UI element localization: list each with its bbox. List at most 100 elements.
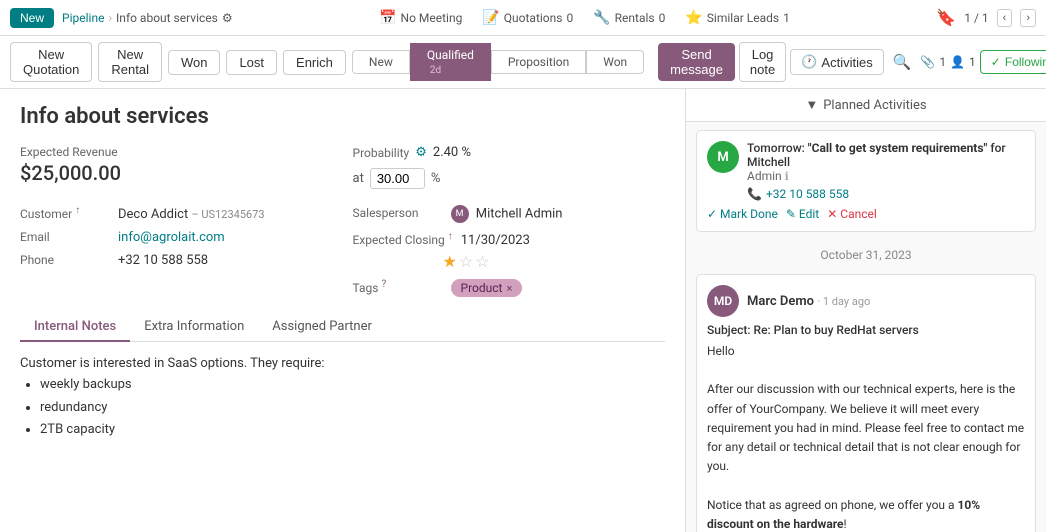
notes-item-3: 2TB capacity xyxy=(40,420,665,441)
percent-sign: % xyxy=(431,171,441,186)
main-layout: Info about services Expected Revenue $25… xyxy=(0,89,1046,532)
stage-proposition[interactable]: Proposition xyxy=(491,50,586,74)
tab-extra-information[interactable]: Extra Information xyxy=(130,313,258,342)
cancel-action[interactable]: ✕ Cancel xyxy=(827,207,877,221)
activity-date: Tomorrow: "Call to get system requiremen… xyxy=(747,141,1025,169)
star-1[interactable]: ★ xyxy=(443,252,457,271)
new-quotation-button[interactable]: New Quotation xyxy=(10,42,92,82)
paperclip-icon: 📎 xyxy=(920,55,935,69)
quotations-action[interactable]: 📝 Quotations 0 xyxy=(482,10,573,26)
probability-group: Probability ⚙ 2.40 % at % xyxy=(353,145,666,189)
right-panel: ▼ Planned Activities M Tomorrow: "Call t… xyxy=(686,89,1046,532)
star-icon: ⭐ xyxy=(685,10,702,26)
send-message-button[interactable]: Send message xyxy=(658,43,735,81)
email-value[interactable]: info@agrolait.com xyxy=(118,230,225,245)
lost-button[interactable]: Lost xyxy=(226,50,277,75)
marc-avatar: MD xyxy=(707,285,739,317)
stage-new[interactable]: New xyxy=(352,50,410,74)
activity-header: M Tomorrow: "Call to get system requirem… xyxy=(707,141,1025,201)
planned-activities-header: ▼ Planned Activities xyxy=(686,89,1046,122)
probability-icon[interactable]: ⚙ xyxy=(415,145,427,160)
top-bar: New Pipeline › Info about services ⚙ 📅 N… xyxy=(0,0,1046,36)
breadcrumb-page: Info about services xyxy=(116,11,218,25)
phone-label: Phone xyxy=(20,253,110,267)
marc-meta: Marc Demo · 1 day ago xyxy=(747,294,870,309)
customer-value[interactable]: Deco Addict – US12345673 xyxy=(118,207,265,222)
email-label: Email xyxy=(20,230,110,244)
clock-icon: 🕐 xyxy=(801,54,817,70)
similar-leads-action[interactable]: ⭐ Similar Leads 1 xyxy=(685,10,789,26)
no-meeting-action[interactable]: 📅 No Meeting xyxy=(379,10,462,26)
expected-closing-label: Expected Closing ↑ xyxy=(353,231,453,247)
top-bar-right: 🔖 1 / 1 ‹ › xyxy=(936,8,1036,27)
breadcrumb: Pipeline › Info about services ⚙ xyxy=(62,11,233,25)
following-button[interactable]: ✓ Following xyxy=(980,50,1046,74)
notes-content: Customer is interested in SaaS options. … xyxy=(20,354,665,441)
expected-revenue-group: Expected Revenue $25,000.00 xyxy=(20,145,333,189)
action-bar: New Quotation New Rental Won Lost Enrich… xyxy=(0,36,1046,89)
notes-intro: Customer is interested in SaaS options. … xyxy=(20,354,665,375)
tab-internal-notes[interactable]: Internal Notes xyxy=(20,313,130,342)
nav-count: 1 / 1 xyxy=(964,11,988,25)
person-icon: 👤 xyxy=(950,55,965,69)
tags-row: Tags ? Product × xyxy=(353,279,666,297)
followers-info: 📎 1 👤 1 xyxy=(920,55,975,69)
new-button[interactable]: New xyxy=(10,8,54,28)
star-3[interactable]: ☆ xyxy=(475,252,489,271)
phone-row: Phone +32 10 588 558 xyxy=(20,253,333,268)
stage-won[interactable]: Won xyxy=(586,50,644,74)
activity-card: M Tomorrow: "Call to get system requirem… xyxy=(696,130,1036,232)
won-button[interactable]: Won xyxy=(168,50,221,75)
quotations-icon: 📝 xyxy=(482,10,499,26)
notes-list: weekly backups redundancy 2TB capacity xyxy=(40,375,665,441)
salesperson-value: M Mitchell Admin xyxy=(451,205,563,223)
activities-button[interactable]: 🕐 Activities xyxy=(790,49,883,75)
tags-container: Product × xyxy=(451,279,523,297)
rentals-icon: 🔧 xyxy=(593,10,610,26)
activity-user: Admin ℹ xyxy=(747,169,1025,183)
notes-item-1: weekly backups xyxy=(40,375,665,396)
activity-phone: 📞 +32 10 588 558 xyxy=(747,187,1025,201)
tag-remove[interactable]: × xyxy=(506,282,512,295)
notes-item-2: redundancy xyxy=(40,398,665,419)
next-button[interactable]: › xyxy=(1020,9,1036,27)
bookmark-icon[interactable]: 🔖 xyxy=(936,8,956,27)
phone-value: +32 10 588 558 xyxy=(118,253,208,268)
tab-assigned-partner[interactable]: Assigned Partner xyxy=(258,313,386,342)
enrich-button[interactable]: Enrich xyxy=(283,50,346,75)
at-input[interactable] xyxy=(370,168,425,189)
salesperson-row: Salesperson M Mitchell Admin xyxy=(353,205,666,223)
customer-ref: – US12345673 xyxy=(191,208,264,221)
rentals-action[interactable]: 🔧 Rentals 0 xyxy=(593,10,665,26)
message-actions: Send message Log note 🕐 Activities 🔍 📎 1… xyxy=(658,42,1046,82)
star-2[interactable]: ☆ xyxy=(459,252,473,271)
email-row: Email info@agrolait.com xyxy=(20,230,333,245)
tags-label: Tags ? xyxy=(353,279,443,295)
expected-revenue-label: Expected Revenue xyxy=(20,145,333,159)
customer-row: Customer ↑ Deco Addict – US12345673 xyxy=(20,205,333,222)
new-rental-button[interactable]: New Rental xyxy=(98,42,162,82)
activity-actions: ✓ Mark Done ✎ Edit ✕ Cancel xyxy=(707,207,1025,221)
stars: ★ ☆ ☆ xyxy=(443,252,666,271)
message-marc: MD Marc Demo · 1 day ago Subject: Re: Pl… xyxy=(696,274,1036,532)
triangle-icon: ▼ xyxy=(805,97,818,113)
breadcrumb-pipeline[interactable]: Pipeline xyxy=(62,11,104,25)
at-label: at xyxy=(353,171,364,186)
log-note-button[interactable]: Log note xyxy=(739,42,786,82)
gear-icon[interactable]: ⚙ xyxy=(222,11,233,25)
salesperson-label: Salesperson xyxy=(353,206,443,220)
prev-button[interactable]: ‹ xyxy=(997,9,1013,27)
check-icon: ✓ xyxy=(991,55,1001,69)
tag-product: Product × xyxy=(451,279,523,297)
edit-action[interactable]: ✎ Edit xyxy=(786,207,819,221)
breadcrumb-sep: › xyxy=(108,11,112,25)
mark-done-action[interactable]: ✓ Mark Done xyxy=(707,207,778,221)
search-icon-button[interactable]: 🔍 xyxy=(888,51,917,73)
stage-qualified[interactable]: Qualified 2d xyxy=(410,43,491,81)
probability-label: Probability xyxy=(353,146,410,160)
activity-avatar: M xyxy=(707,141,739,173)
customer-label: Customer ↑ xyxy=(20,205,110,221)
top-bar-actions: 📅 No Meeting 📝 Quotations 0 🔧 Rentals 0 … xyxy=(241,10,929,26)
form-grid: Customer ↑ Deco Addict – US12345673 Emai… xyxy=(20,205,665,297)
info-icon: ℹ xyxy=(785,170,789,183)
